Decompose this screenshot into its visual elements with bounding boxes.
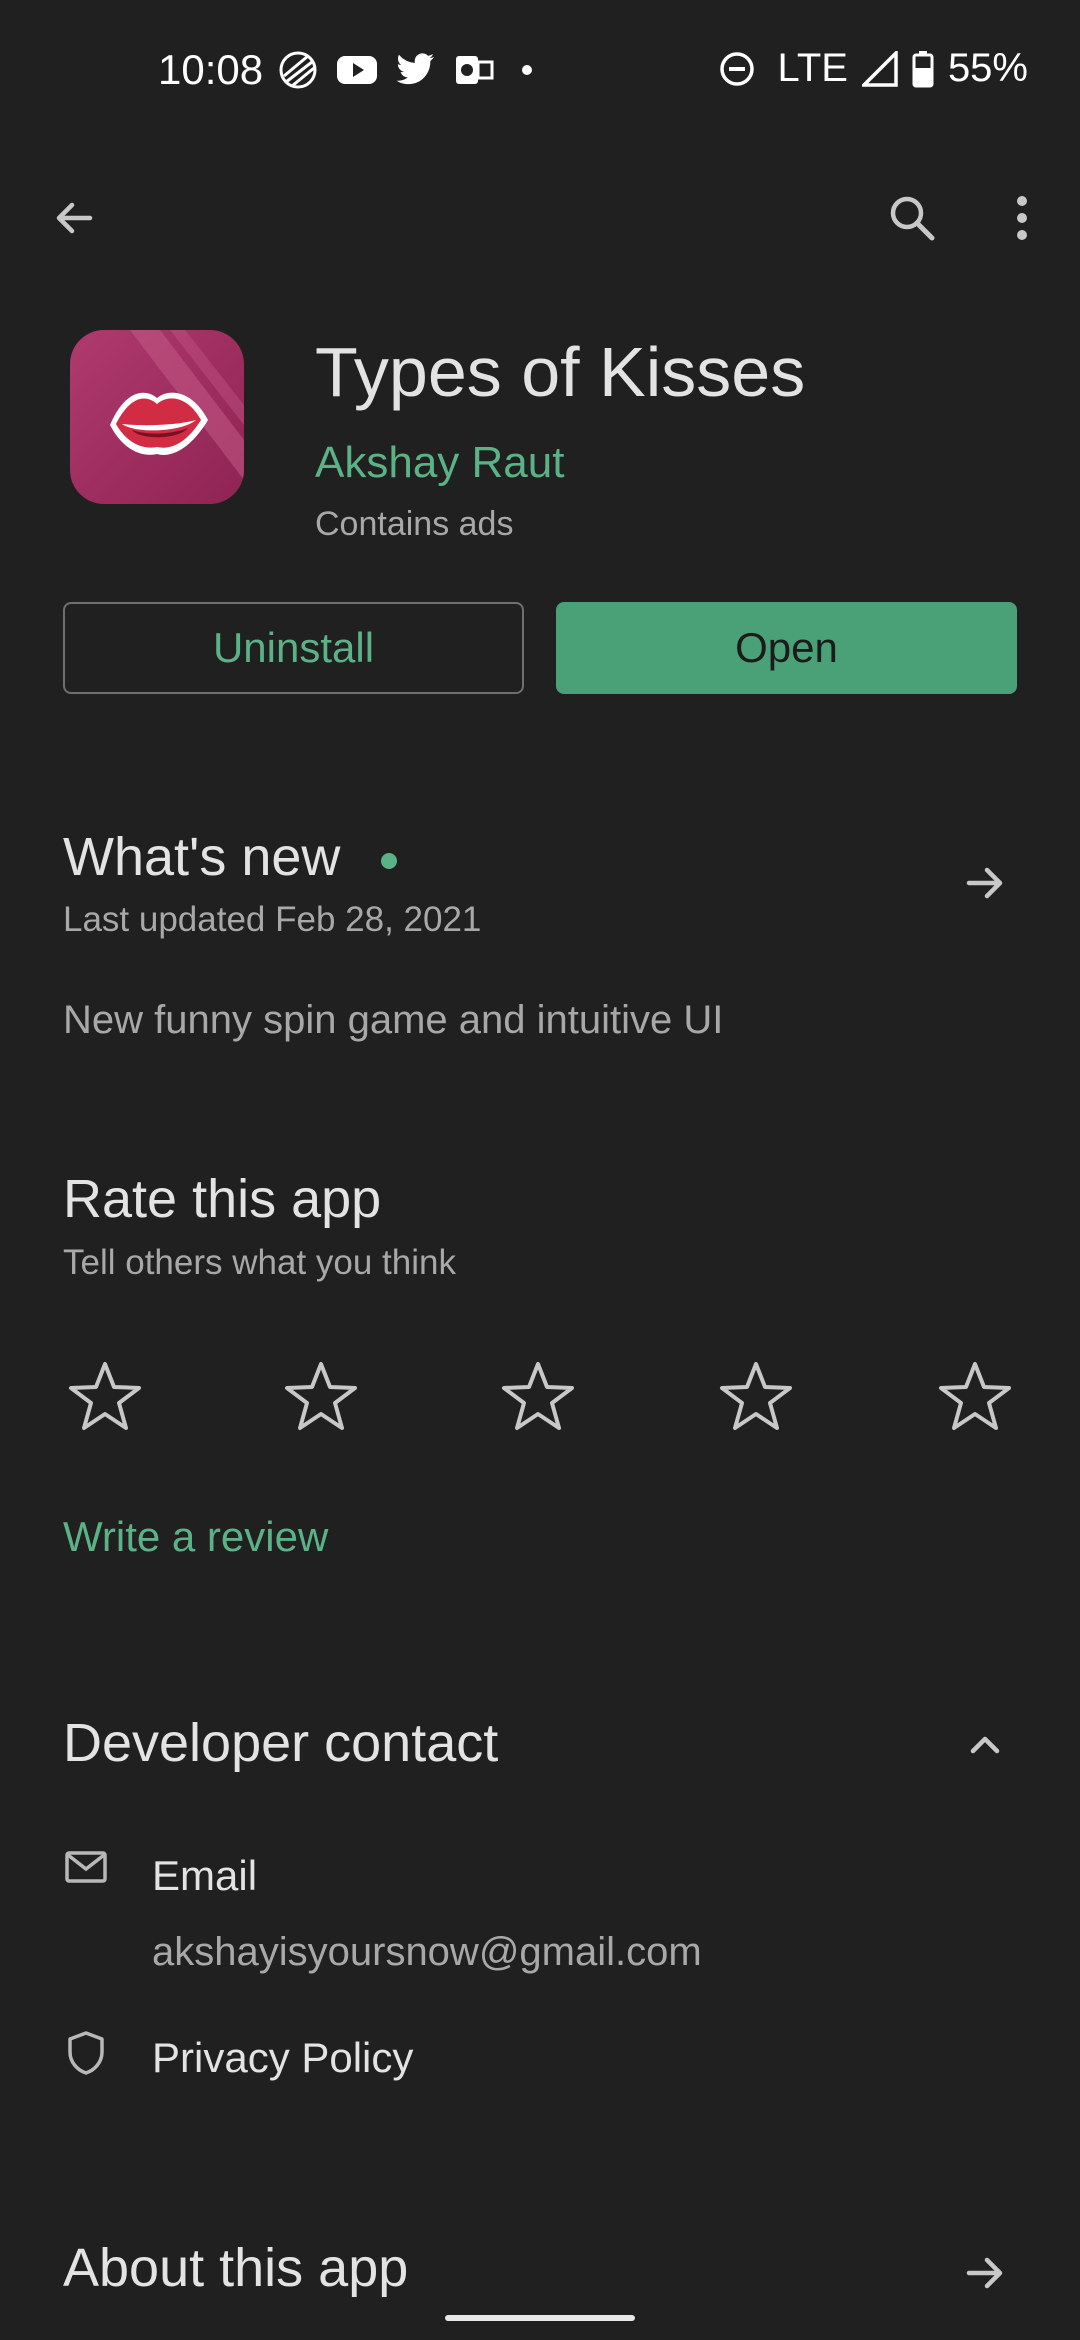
home-indicator[interactable] — [445, 2315, 635, 2321]
whats-new-title: What's new — [63, 827, 341, 887]
contains-ads-label: Contains ads — [315, 505, 514, 543]
developer-link[interactable]: Akshay Raut — [315, 438, 564, 488]
about-header[interactable]: About this app — [0, 2225, 1080, 2325]
email-value: akshayisyoursnow@gmail.com — [152, 1930, 702, 1974]
vpn-globe-icon — [279, 51, 317, 89]
dnd-icon — [719, 51, 754, 86]
search-button[interactable] — [872, 178, 952, 258]
uninstall-button[interactable]: Uninstall — [63, 602, 524, 694]
email-icon — [65, 1851, 107, 1883]
signal-icon — [861, 50, 898, 87]
arrow-right-icon — [966, 867, 1003, 899]
battery-percent: 55% — [947, 46, 1028, 90]
developer-contact-title: Developer contact — [63, 1713, 499, 1773]
new-indicator-dot-icon — [381, 853, 397, 869]
app-title: Types of Kisses — [315, 333, 806, 411]
collapse-button[interactable] — [945, 1705, 1025, 1785]
privacy-policy-row[interactable]: Privacy Policy — [0, 2020, 1080, 2100]
more-options-button[interactable] — [982, 178, 1062, 258]
more-vert-icon — [1017, 196, 1027, 240]
status-time: 10:08 — [158, 46, 264, 93]
shield-icon — [68, 2031, 104, 2075]
search-icon — [890, 196, 935, 241]
star-outline-icon — [502, 1362, 574, 1430]
whats-new-text: New funny spin game and intuitive UI — [63, 998, 724, 1042]
star-2[interactable] — [271, 1346, 371, 1446]
youtube-icon — [337, 56, 377, 84]
status-bar: 10:08 LTE 55% — [0, 0, 1080, 140]
star-1[interactable] — [55, 1346, 155, 1446]
star-outline-icon — [69, 1362, 141, 1430]
star-5[interactable] — [925, 1346, 1025, 1446]
notification-icons — [278, 50, 542, 90]
about-title: About this app — [63, 2238, 409, 2298]
chevron-up-icon — [970, 1736, 1000, 1754]
lips-icon — [110, 330, 244, 480]
twitter-icon — [396, 53, 434, 85]
last-updated: Last updated Feb 28, 2021 — [63, 900, 482, 939]
email-label: Email — [152, 1852, 258, 1899]
star-outline-icon — [939, 1362, 1011, 1430]
write-review-link[interactable]: Write a review — [63, 1513, 328, 1561]
arrow-right-icon — [966, 2257, 1003, 2289]
privacy-policy-label: Privacy Policy — [152, 2034, 414, 2081]
open-button[interactable]: Open — [556, 602, 1017, 694]
arrow-left-icon — [56, 202, 93, 234]
system-icons: LTE 55% — [718, 46, 1028, 91]
about-arrow[interactable] — [945, 2233, 1025, 2313]
star-outline-icon — [285, 1362, 357, 1430]
network-type: LTE — [777, 46, 848, 90]
star-4[interactable] — [706, 1346, 806, 1446]
star-outline-icon — [720, 1362, 792, 1430]
rate-subtitle: Tell others what you think — [63, 1243, 456, 1282]
rate-title: Rate this app — [63, 1169, 382, 1229]
dot-icon — [522, 65, 532, 75]
developer-contact-header[interactable]: Developer contact — [0, 1700, 1080, 1800]
outlook-icon — [456, 56, 494, 84]
whats-new-arrow[interactable] — [945, 843, 1025, 923]
star-3[interactable] — [488, 1346, 588, 1446]
app-icon — [70, 330, 244, 504]
back-button[interactable] — [34, 178, 114, 258]
whats-new-header[interactable]: What's new Last updated Feb 28, 2021 — [0, 810, 1080, 950]
email-row[interactable]: Email akshayisyoursnow@gmail.com — [0, 1830, 1080, 2000]
battery-icon — [912, 50, 934, 87]
